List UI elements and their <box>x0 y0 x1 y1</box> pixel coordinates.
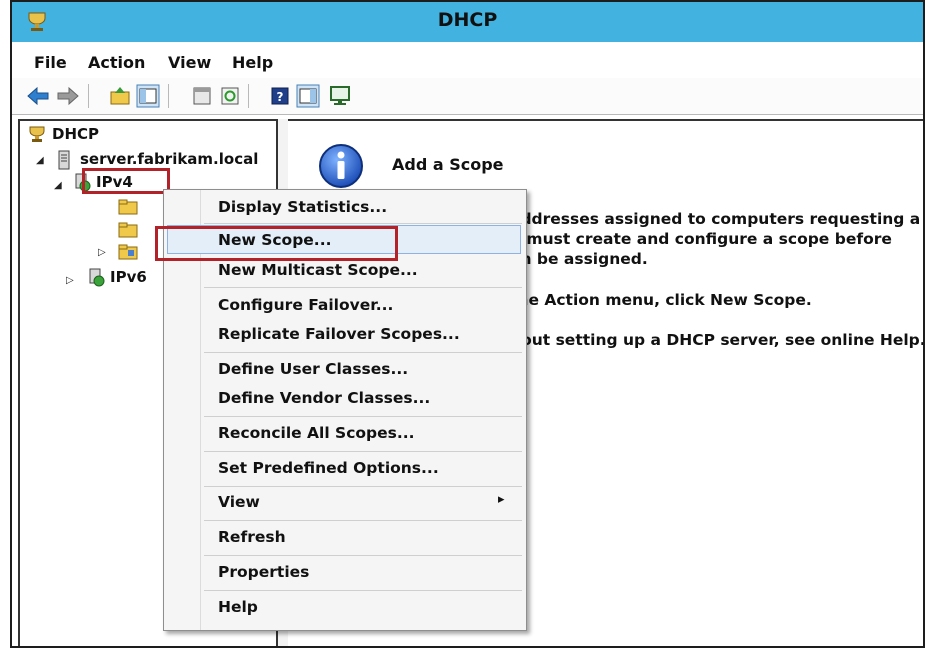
toolbar: ? <box>12 78 923 115</box>
info-line: the Action menu, click New Scope. <box>510 291 812 309</box>
action-pane-icon[interactable] <box>296 84 320 108</box>
menu-view[interactable]: View <box>168 53 211 72</box>
window-title: DHCP <box>437 9 498 31</box>
menu-bar: File Action View Help <box>12 42 923 78</box>
help-icon[interactable]: ? <box>268 84 292 108</box>
menu-item-refresh[interactable]: Refresh <box>218 528 286 546</box>
menu-item-configure-failover[interactable]: Configure Failover... <box>218 296 393 314</box>
info-line: bout setting up a DHCP server, see onlin… <box>510 331 925 349</box>
new-scope-highlight-box <box>155 226 398 261</box>
menu-separator <box>204 223 522 224</box>
server-icon <box>58 150 70 170</box>
ipv6-icon <box>89 268 105 287</box>
address-pool-folder-icon[interactable] <box>118 198 138 216</box>
info-title: Add a Scope <box>392 155 504 174</box>
menu-item-set-predefined-options[interactable]: Set Predefined Options... <box>218 459 439 477</box>
menu-separator <box>204 451 522 452</box>
submenu-arrow-icon: ▸ <box>498 492 505 507</box>
info-icon <box>319 144 363 188</box>
menu-separator <box>204 416 522 417</box>
menu-file[interactable]: File <box>34 53 67 72</box>
menu-action[interactable]: Action <box>88 53 145 72</box>
menu-item-reconcile-all-scopes[interactable]: Reconcile All Scopes... <box>218 424 415 442</box>
menu-item-view[interactable]: View <box>218 493 260 511</box>
ipv4-highlight-box <box>82 168 170 194</box>
info-line: an be assigned. <box>510 250 648 268</box>
menu-help[interactable]: Help <box>232 53 273 72</box>
svg-text:?: ? <box>277 90 284 104</box>
menu-separator <box>204 486 522 487</box>
menu-item-new-multicast-scope[interactable]: New Multicast Scope... <box>218 261 418 279</box>
expand-arrow-icon[interactable]: ▷ <box>66 275 74 286</box>
dhcp-root-icon <box>29 126 45 142</box>
dhcp-window: DHCP File Action View Help ? DHCP ◢ serv… <box>10 0 925 648</box>
menu-item-properties[interactable]: Properties <box>218 563 309 581</box>
menu-separator <box>204 352 522 353</box>
menu-separator <box>204 590 522 591</box>
expand-arrow-icon[interactable]: ▷ <box>98 247 106 258</box>
back-arrow-icon[interactable] <box>26 84 50 108</box>
menu-item-replicate-failover-scopes[interactable]: Replicate Failover Scopes... <box>218 325 460 343</box>
info-line: u must create and configure a scope befo… <box>510 230 892 248</box>
info-line: addresses assigned to computers requesti… <box>510 210 921 228</box>
title-bar[interactable]: DHCP <box>12 2 923 42</box>
tree-node-ipv6[interactable]: IPv6 <box>110 268 147 290</box>
up-folder-icon[interactable] <box>108 84 132 108</box>
tree-node-dhcp[interactable]: DHCP <box>52 125 99 147</box>
menu-item-help[interactable]: Help <box>218 598 258 616</box>
collapse-arrow-icon[interactable]: ◢ <box>36 155 44 166</box>
properties-window-icon[interactable] <box>190 84 214 108</box>
refresh-icon[interactable] <box>218 84 242 108</box>
server-options-folder-icon[interactable] <box>118 221 138 239</box>
policies-folder-icon[interactable] <box>118 243 138 261</box>
show-hide-console-tree-icon[interactable] <box>136 84 160 108</box>
menu-separator <box>204 287 522 288</box>
forward-arrow-icon[interactable] <box>56 84 80 108</box>
collapse-arrow-icon[interactable]: ◢ <box>54 180 62 191</box>
menu-item-display-statistics[interactable]: Display Statistics... <box>218 198 387 216</box>
monitor-icon[interactable] <box>328 84 352 108</box>
menu-item-define-user-classes[interactable]: Define User Classes... <box>218 360 408 378</box>
menu-separator <box>204 520 522 521</box>
menu-item-define-vendor-classes[interactable]: Define Vendor Classes... <box>218 389 430 407</box>
menu-separator <box>204 555 522 556</box>
